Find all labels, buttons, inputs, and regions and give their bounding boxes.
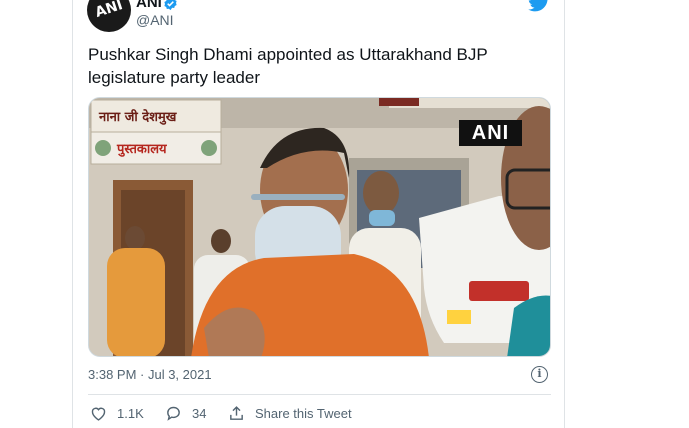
author-handle[interactable]: @ANI	[136, 12, 174, 28]
like-button[interactable]: 1.1K	[90, 403, 144, 423]
share-icon	[230, 405, 243, 420]
heart-icon	[91, 407, 106, 421]
author-display-name[interactable]: ANI	[136, 0, 162, 11]
tweet-text: Pushkar Singh Dhami appointed as Uttarak…	[88, 45, 488, 87]
reply-icon	[167, 406, 180, 421]
info-icon[interactable]: i	[531, 366, 548, 383]
share-button[interactable]: Share this Tweet	[228, 403, 352, 423]
signboard-top-text: नाना जी देशमुख	[98, 109, 178, 125]
tweet-media-video[interactable]: नाना जी देशमुख पुस्तकालय ANI	[88, 97, 551, 357]
verified-badge-icon	[164, 0, 177, 11]
avatar-logo: ANI	[93, 0, 125, 21]
share-label: Share this Tweet	[255, 405, 352, 421]
ani-watermark: ANI	[459, 120, 522, 146]
reply-button[interactable]: 34	[165, 403, 206, 423]
twitter-bird-icon[interactable]	[528, 0, 550, 12]
divider	[88, 394, 551, 395]
tweet-timestamp[interactable]: 3:38 PM · Jul 3, 2021	[88, 367, 212, 382]
like-count: 1.1K	[117, 405, 144, 421]
signboard-bottom-text: पुस्तकालय	[116, 142, 167, 157]
reply-count: 34	[192, 405, 207, 421]
